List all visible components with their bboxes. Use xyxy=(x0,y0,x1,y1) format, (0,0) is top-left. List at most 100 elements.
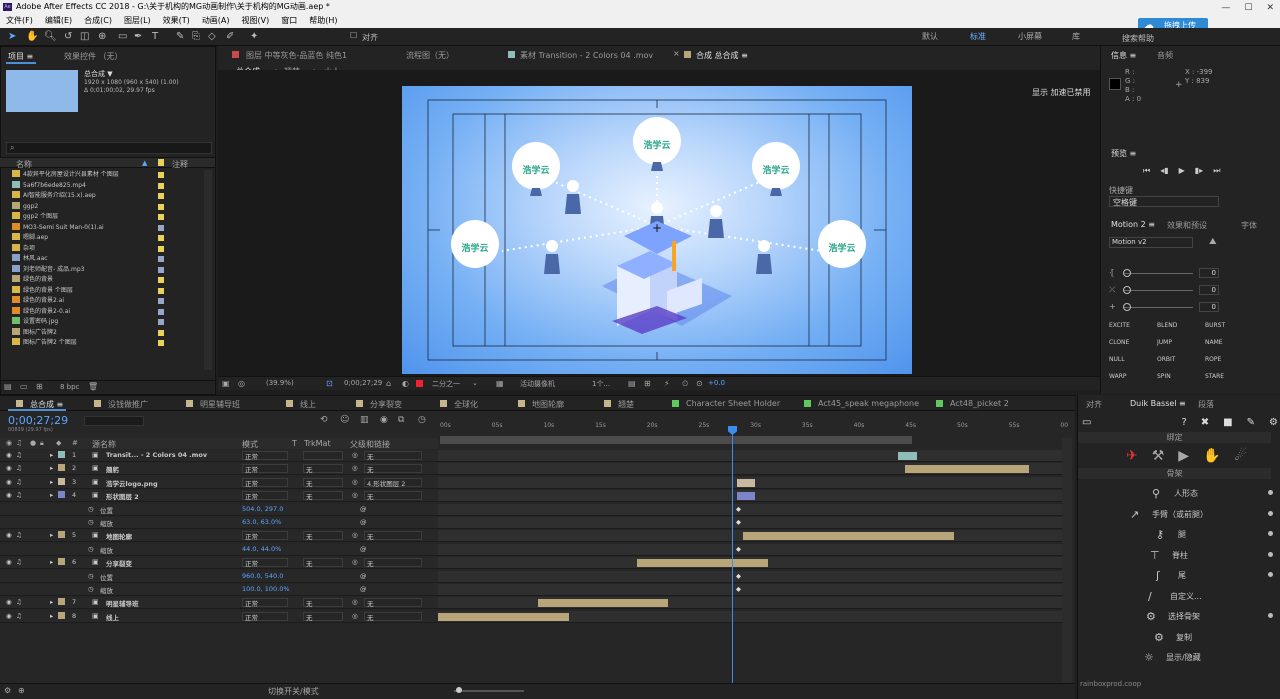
tab-motion[interactable]: Motion 2 ≡ xyxy=(1111,220,1155,229)
duik-item-6[interactable]: 选择骨架 xyxy=(1168,611,1200,622)
layer-name[interactable]: 形状图层 2 xyxy=(106,491,139,501)
audio-icon[interactable]: ♫ xyxy=(16,612,22,620)
pickwhip-icon[interactable]: ◎ xyxy=(352,598,358,606)
zoom-slider-thumb[interactable] xyxy=(456,687,462,693)
layer-mode[interactable]: 正常 xyxy=(245,464,258,474)
keyframe-icon[interactable]: ◆ xyxy=(736,505,741,513)
label-swatch[interactable] xyxy=(158,266,164,273)
stopwatch-icon[interactable]: ◷ xyxy=(88,505,94,513)
options-dot-icon[interactable] xyxy=(1268,572,1273,577)
tab-paragraph[interactable]: 段落 xyxy=(1198,399,1214,410)
label-swatch[interactable] xyxy=(158,203,164,210)
layer-duration-bar[interactable] xyxy=(742,532,955,541)
table-row[interactable]: ◉ ♫ ▸ 8 ▣ 线上 正常 无 ◎ 无 xyxy=(0,610,1062,623)
eye-icon[interactable]: ◉ xyxy=(6,612,12,620)
pickwhip-icon[interactable]: ◎ xyxy=(352,464,358,472)
motion-slider-thumb[interactable] xyxy=(1123,286,1131,294)
brush-tool-icon[interactable]: ✎ xyxy=(176,31,184,42)
work-area-bar[interactable] xyxy=(440,436,912,444)
play-icon[interactable]: ▶ xyxy=(1179,166,1185,176)
stopwatch-icon[interactable]: ◷ xyxy=(88,518,94,526)
audio-icon[interactable]: ♫ xyxy=(16,558,22,566)
timeline-tab-4[interactable]: 分享裂变 xyxy=(370,399,402,410)
prev-frame-icon[interactable]: ◂▮ xyxy=(1160,166,1168,176)
shy-icon[interactable]: ☺ xyxy=(340,415,349,425)
expand-arrow-icon[interactable]: ▸ xyxy=(50,464,53,472)
options-dot-icon[interactable] xyxy=(1268,613,1273,618)
motion-slider-track[interactable] xyxy=(1123,307,1193,308)
label-swatch[interactable] xyxy=(158,256,164,262)
render-icon[interactable]: ⊞ xyxy=(644,379,651,388)
timeline-tab-8[interactable]: Character Sheet Holder xyxy=(686,399,780,408)
composition-frame[interactable]: 浩学云 浩学云 浩学云 浩学云 浩学云 + xyxy=(402,86,912,374)
motion-button-excite[interactable]: EXCITE xyxy=(1109,322,1130,329)
layer-mode[interactable]: 正常 xyxy=(245,478,258,488)
label-swatch[interactable] xyxy=(158,224,164,231)
motion-button-jump[interactable]: JUMP xyxy=(1157,339,1172,346)
column-note[interactable]: 注释 xyxy=(172,159,188,170)
first-frame-icon[interactable]: ⏮ xyxy=(1143,166,1150,176)
options-dot-icon[interactable] xyxy=(1268,490,1273,495)
trkmat-header[interactable]: TrkMat xyxy=(304,439,331,448)
layer-name[interactable]: 分享裂变 xyxy=(106,558,132,568)
timeline-tab-6[interactable]: 地图轮廓 xyxy=(532,399,564,410)
toggle-switches-mode[interactable]: 切换开关/模式 xyxy=(268,686,319,697)
layer-label-swatch[interactable] xyxy=(58,464,65,472)
expand-arrow-icon[interactable]: ▸ xyxy=(50,491,53,499)
maximize-icon[interactable]: ☐ xyxy=(1244,1,1252,15)
layer-duration-bar[interactable] xyxy=(736,478,756,487)
layer-name[interactable]: 线上 xyxy=(106,612,119,622)
label-swatch[interactable] xyxy=(158,298,164,304)
interpret-footage-icon[interactable]: ▤ xyxy=(4,382,12,391)
layer-duration-bar[interactable] xyxy=(736,492,756,501)
chevron-down-icon[interactable]: ⌄ xyxy=(472,379,478,387)
eye-icon[interactable]: ◉ xyxy=(6,598,12,606)
exposure-value[interactable]: +0.0 xyxy=(708,379,725,387)
duik-item-1[interactable]: 手臂（或前腿） xyxy=(1152,509,1208,520)
layer-mode[interactable]: 正常 xyxy=(245,451,258,461)
pen-tool-icon[interactable]: ✒ xyxy=(134,31,142,42)
menu-item-0[interactable]: 文件(F) xyxy=(6,14,33,28)
camera-icon[interactable]: ■ xyxy=(1223,417,1232,428)
workspace-library[interactable]: 库 xyxy=(1072,31,1080,42)
tab-fonts[interactable]: 字体 xyxy=(1241,220,1257,231)
layer-parent[interactable]: 无 xyxy=(367,598,374,608)
layer-trkmat[interactable]: 无 xyxy=(306,478,313,488)
clone-tool-icon[interactable]: ⎘ xyxy=(192,31,200,42)
grid-icon[interactable]: ▤ xyxy=(628,379,636,388)
menu-item-4[interactable]: 效果(T) xyxy=(163,14,190,28)
column-name[interactable]: 名称 xyxy=(16,159,32,170)
playhead-line[interactable] xyxy=(732,426,733,696)
motion-value-field[interactable]: 0 xyxy=(1199,268,1219,278)
label-swatch[interactable] xyxy=(158,340,164,346)
delete-icon[interactable]: 🗑︎ xyxy=(88,382,98,391)
motion-slider-thumb[interactable] xyxy=(1123,269,1131,277)
project-item[interactable]: 4款异平化房屋设计兴县素材 个图层 xyxy=(0,170,205,180)
layer-parent[interactable]: 无 xyxy=(367,558,374,568)
tab-project[interactable]: 项目 ≡ xyxy=(8,51,33,62)
duik-item-0[interactable]: 人形态 xyxy=(1174,488,1198,499)
stopwatch-icon[interactable]: ◷ xyxy=(418,415,426,425)
keyframe-icon[interactable]: ◆ xyxy=(736,572,741,580)
eraser-tool-icon[interactable]: ◇ xyxy=(208,31,216,42)
menu-item-2[interactable]: 合成(C) xyxy=(84,14,112,28)
show-channel-icon[interactable]: ◐ xyxy=(402,379,409,388)
ik-icon[interactable]: ☄ xyxy=(1235,448,1248,464)
project-item[interactable]: 设置密码.jpg xyxy=(0,317,205,327)
roto-tool-icon[interactable]: ✐ xyxy=(226,31,234,42)
layer-trkmat[interactable]: 无 xyxy=(306,558,313,568)
project-item[interactable]: 绿色的背景2-0.ai xyxy=(0,306,205,317)
pickwhip-icon[interactable]: ◎ xyxy=(352,612,358,620)
hand-icon[interactable]: ✋ xyxy=(1203,448,1220,464)
close-x-icon[interactable]: ✖ xyxy=(1201,417,1209,428)
last-frame-icon[interactable]: ⏭ xyxy=(1213,166,1220,176)
audio-icon[interactable]: ♫ xyxy=(16,491,22,499)
menu-item-5[interactable]: 动画(A) xyxy=(202,14,230,28)
menu-item-3[interactable]: 图层(L) xyxy=(124,14,151,28)
project-item[interactable]: MO3-Semi Suit Man-0(1).ai xyxy=(0,222,205,233)
options-dot-icon[interactable] xyxy=(1268,510,1273,516)
timeline-tab-3[interactable]: 线上 xyxy=(300,399,316,410)
camera-snapshot-icon[interactable]: ⌂ xyxy=(386,379,391,388)
timeline-tab-9[interactable]: Act45_speak megaphone xyxy=(818,399,919,408)
source-name-header[interactable]: 源名称 xyxy=(92,439,116,450)
